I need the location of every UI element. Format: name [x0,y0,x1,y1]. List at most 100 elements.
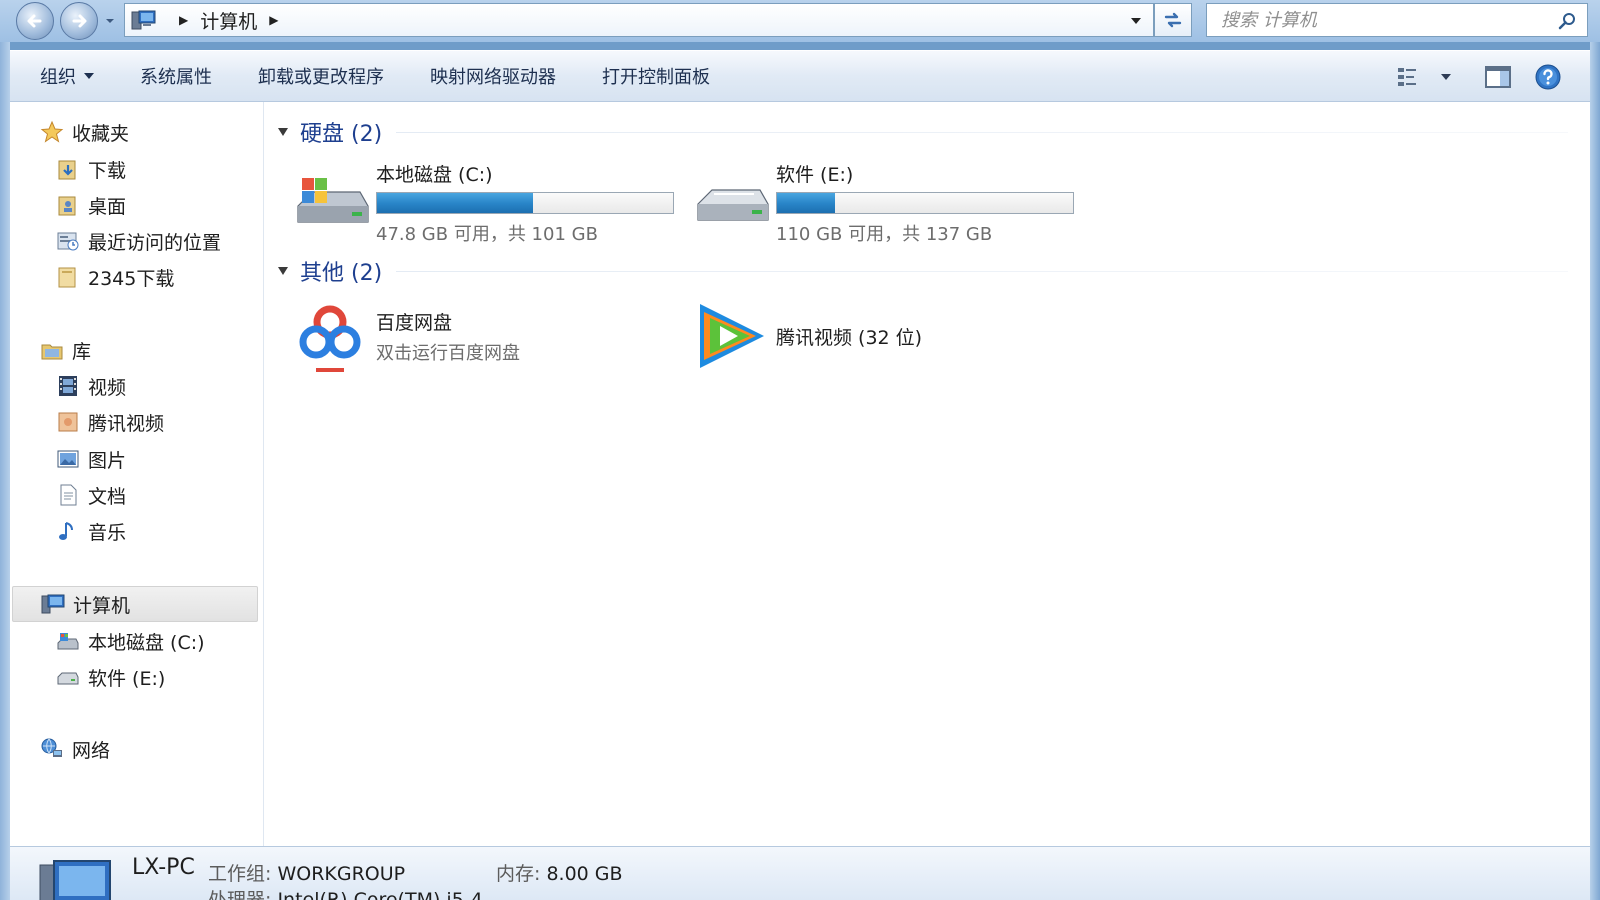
drive-usage-fill [377,193,533,213]
sidebar-item-label: 下载 [88,159,127,182]
document-icon [56,483,80,507]
sidebar-item-tencent-video-library[interactable]: 腾讯视频 [56,407,164,437]
organize-label: 组织 [40,67,76,88]
sidebar-item-label: 视频 [88,376,127,399]
system-drive-icon [297,178,369,223]
drive-usage-bar [376,192,674,214]
drive-info: 软件 (E:) 110 GB 可用，共 137 GB [776,160,1074,246]
sidebar-item-label: 腾讯视频 [88,412,165,435]
memory-info: 内存: 8.00 GB [496,859,623,886]
app-name: 百度网盘 [376,311,453,334]
sidebar-item-label: 桌面 [88,195,127,218]
open-control-panel-button[interactable]: 打开控制面板 [588,58,724,94]
back-button[interactable] [16,2,54,40]
folder-icon [56,265,80,289]
sidebar-item-desktop[interactable]: 桌面 [56,190,126,220]
group-divider [396,270,1568,272]
drive-free-space: 110 GB 可用，共 137 GB [776,224,993,245]
processor-label: 处理器: [208,889,272,900]
sidebar-item-documents[interactable]: 文档 [56,480,126,510]
sidebar-item-label: 音乐 [88,521,127,544]
breadcrumb-computer[interactable]: 计算机 [200,7,257,34]
computer-icon [131,10,156,30]
sidebar-favorites[interactable]: 收藏夹 [40,117,129,147]
sidebar-item-drive-c[interactable]: 本地磁盘 (C:) [56,626,205,656]
organize-menu-button[interactable]: 组织 [26,58,108,94]
sidebar-item-2345-downloads[interactable]: 2345下载 [56,262,174,292]
app-tile-baidu-netdisk[interactable]: 百度网盘 双击运行百度网盘 [290,296,520,376]
group-title: 硬盘 (2) [300,122,383,147]
view-options-dropdown[interactable] [1430,61,1462,93]
group-header-hard-disks[interactable]: 硬盘 (2) [278,116,1568,148]
preview-pane-icon [1485,66,1511,88]
command-bar: 组织 系统属性 卸载或更改程序 映射网络驱动器 打开控制面板 [10,50,1590,102]
details-pane: LX-PC 工作组: WORKGROUP 内存: 8.00 GB 处理器: In… [10,846,1590,900]
sidebar-network-label: 网络 [72,739,111,762]
search-icon[interactable] [1557,11,1577,31]
breadcrumb-separator[interactable]: ▶ [179,13,188,27]
downloads-folder-icon [56,157,80,181]
memory-value: 8.00 GB [546,863,623,885]
recent-places-icon [56,229,80,253]
star-icon [40,120,64,144]
navigation-pane: 收藏夹 下载 桌面 最近访问的位置 2345下载 库 视频 腾讯视频 图片 文档… [10,102,264,846]
group-header-other[interactable]: 其他 (2) [278,255,1568,287]
sidebar-computer[interactable]: 计算机 [12,586,258,622]
search-box[interactable] [1206,3,1588,37]
drive-tile-c[interactable]: 本地磁盘 (C:) 47.8 GB 可用，共 101 GB [292,160,674,246]
processor-info: 处理器: Intel(R) Core(TM) i5-4... [208,885,501,900]
workgroup-label: 工作组: [208,863,272,885]
drive-info: 本地磁盘 (C:) 47.8 GB 可用，共 101 GB [376,160,674,246]
window-frame-right [1590,42,1600,900]
drive-usage-bar [776,192,1074,214]
arrow-right-icon [72,14,87,28]
sidebar-libraries-label: 库 [72,340,92,363]
address-field[interactable]: ▶ 计算机 ▶ [124,3,1154,37]
folder-icon [56,410,80,434]
sidebar-computer-label: 计算机 [73,594,131,617]
processor-value: Intel(R) Core(TM) i5-4... [277,889,501,900]
preview-pane-button[interactable] [1482,61,1514,93]
tencent-video-icon [700,304,764,368]
sidebar-item-pictures[interactable]: 图片 [56,444,126,474]
refresh-button[interactable] [1154,3,1192,37]
memory-label: 内存: [496,863,541,885]
window-frame-left [0,42,10,900]
system-drive-icon [56,629,80,653]
change-view-button[interactable] [1394,61,1426,93]
hard-drive-icon [697,189,769,221]
drive-name: 软件 (E:) [776,164,854,186]
film-icon [56,374,80,398]
sidebar-favorites-label: 收藏夹 [72,122,130,145]
collapse-triangle-icon[interactable] [278,128,288,136]
address-history-chevron-icon[interactable] [1129,16,1143,26]
view-controls [1394,51,1590,103]
collapse-triangle-icon[interactable] [278,267,288,275]
map-network-drive-button[interactable]: 映射网络驱动器 [416,58,570,94]
sidebar-item-recent-places[interactable]: 最近访问的位置 [56,226,221,256]
sidebar-item-videos[interactable]: 视频 [56,371,126,401]
sidebar-item-downloads[interactable]: 下载 [56,154,126,184]
refresh-icon [1164,12,1182,28]
recent-pages-chevron-icon[interactable] [104,14,116,28]
sidebar-libraries[interactable]: 库 [40,335,91,365]
workgroup-info: 工作组: WORKGROUP [208,859,405,886]
drive-usage-fill [777,193,836,213]
search-input[interactable] [1221,9,1541,31]
help-button[interactable] [1532,61,1564,93]
workgroup-value: WORKGROUP [277,863,406,885]
chevron-down-icon [84,73,94,79]
forward-button[interactable] [60,2,98,40]
app-tile-tencent-video[interactable]: 腾讯视频 (32 位) [690,296,922,376]
sidebar-network[interactable]: 网络 [40,734,110,764]
app-description: 双击运行百度网盘 [376,342,520,364]
sidebar-item-label: 最近访问的位置 [88,231,222,254]
help-icon [1535,64,1561,90]
desktop-folder-icon [56,193,80,217]
system-properties-button[interactable]: 系统属性 [126,58,226,94]
sidebar-item-music[interactable]: 音乐 [56,516,126,546]
uninstall-program-button[interactable]: 卸载或更改程序 [244,58,398,94]
drive-tile-e[interactable]: 软件 (E:) 110 GB 可用，共 137 GB [692,160,1074,246]
breadcrumb-separator[interactable]: ▶ [269,13,278,27]
sidebar-item-drive-e[interactable]: 软件 (E:) [56,662,165,692]
